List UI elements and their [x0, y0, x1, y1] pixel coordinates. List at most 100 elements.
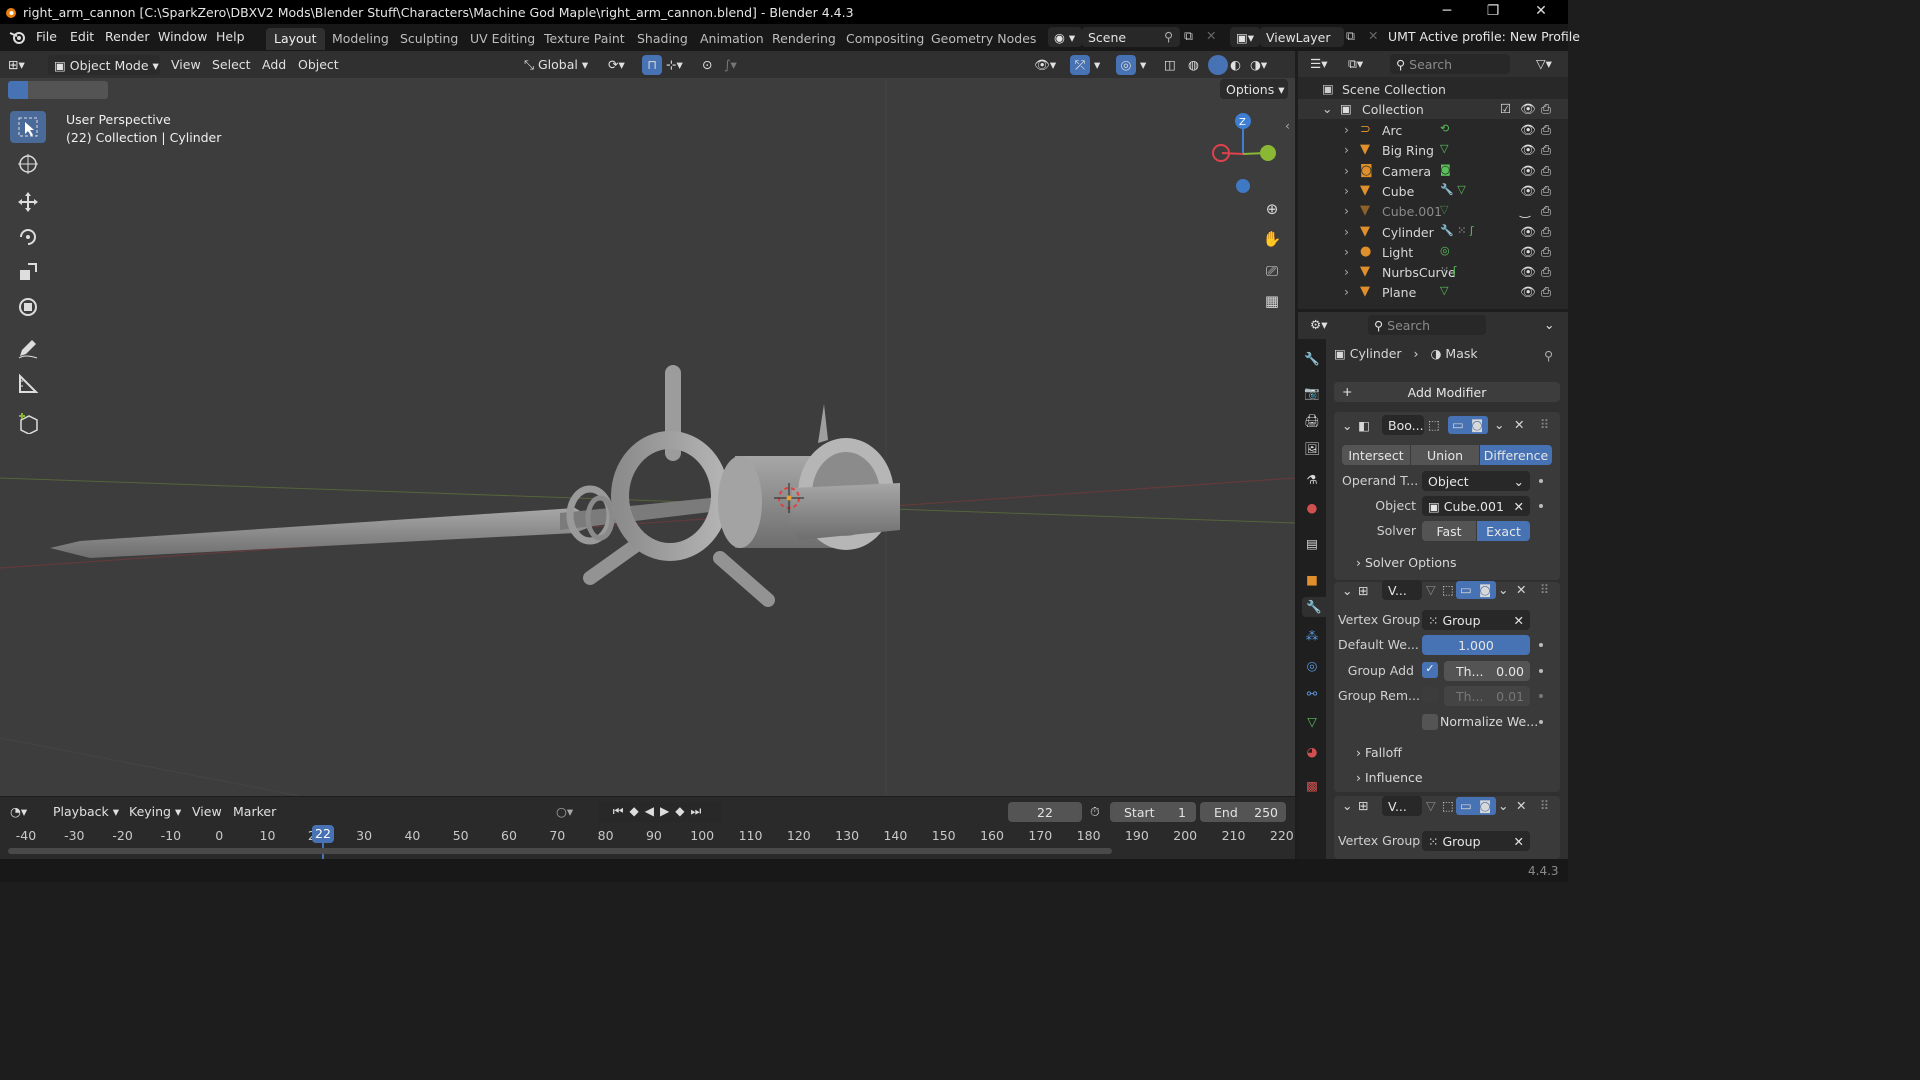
editor-type-button[interactable]: ⊞▾ — [8, 55, 42, 75]
chevron-right-icon[interactable]: › — [1344, 224, 1349, 239]
modifier-tab-icon[interactable]: 🔧 — [1302, 597, 1326, 617]
playhead[interactable]: 22 — [312, 825, 334, 843]
playback-controls[interactable]: ⏮◆◀▶◆⏭ — [598, 802, 722, 822]
select-box-tool[interactable] — [10, 111, 46, 143]
delete-modifier-icon[interactable]: ✕ — [1516, 798, 1526, 813]
mode-selector[interactable]: ▣ Object Mode ▾ — [48, 55, 160, 75]
object-data-icons[interactable]: ▽ — [1440, 142, 1448, 155]
object-data-icons[interactable]: ⁙ ʃ — [1440, 264, 1456, 277]
tab-rendering[interactable]: Rendering — [764, 28, 844, 50]
render-camera-icon[interactable]: ⎙ — [1541, 163, 1551, 179]
eye-icon[interactable]: 👁 — [1520, 101, 1536, 117]
render-camera-icon[interactable]: ⎙ — [1541, 264, 1551, 280]
on-cage-icon[interactable]: ▽ — [1426, 582, 1436, 597]
influence-subpanel[interactable]: › Influence — [1356, 770, 1423, 785]
timeline-editor-icon[interactable]: ◔▾ — [10, 802, 27, 822]
viewlayer-selector[interactable]: ▣▾ — [1230, 27, 1260, 47]
scene-selector[interactable]: ◉ ▾ — [1048, 27, 1082, 47]
vw2-name-field[interactable]: V... — [1382, 796, 1422, 816]
proportional-edit-icon[interactable]: ⊙ — [702, 55, 712, 75]
select-new-icon[interactable] — [8, 81, 28, 99]
minimize-button[interactable]: ─ — [1432, 3, 1462, 19]
viewport-render-toggles[interactable]: ▭ ◙ — [1448, 416, 1488, 434]
menu-keying[interactable]: Keying ▾ — [129, 802, 181, 822]
3d-viewport[interactable]: Z User Perspective (22) Collection | Cyl… — [0, 78, 1295, 796]
select-extend-icon[interactable] — [28, 81, 48, 99]
particles-tab-icon[interactable]: ⁂ — [1302, 625, 1322, 645]
properties-editor-icon[interactable]: ⚙▾ — [1310, 315, 1327, 335]
pivot-point-icon[interactable]: ⟳▾ — [608, 55, 625, 75]
scene-tab-icon[interactable]: ⚗ — [1302, 469, 1322, 489]
keyframe-dot[interactable] — [1539, 694, 1543, 698]
normalize-checkbox[interactable] — [1422, 714, 1438, 730]
eye-icon[interactable]: 👁 — [1520, 122, 1536, 138]
sidebar-toggle-icon[interactable]: ‹ — [1285, 118, 1290, 133]
tab-compositing[interactable]: Compositing — [838, 28, 932, 50]
overlays-toggle-icon[interactable]: ◎ — [1116, 55, 1136, 75]
object-tab-icon[interactable]: ■ — [1302, 569, 1322, 589]
add-cube-tool[interactable] — [10, 407, 46, 439]
menu-edit[interactable]: Edit — [70, 29, 94, 44]
transform-orientation-dropdown[interactable]: ⤡ Global ▾ — [524, 55, 600, 75]
snap-target-icon[interactable]: ⊹▾ — [666, 55, 683, 75]
group-remove-checkbox[interactable] — [1422, 687, 1438, 703]
annotate-tool[interactable] — [10, 332, 46, 364]
jump-end-icon[interactable]: ⏭ — [690, 804, 707, 818]
object-data-icons[interactable]: ▽ — [1440, 203, 1448, 216]
outliner-item[interactable]: › ▼ Cylinder 🔧 ⁙ ʃ 👁 ⎙ — [1298, 222, 1568, 242]
outliner-editor-icon[interactable]: ☰▾ — [1310, 54, 1327, 74]
keyframe-dot[interactable] — [1539, 669, 1543, 673]
chevron-right-icon[interactable]: › — [1344, 284, 1349, 299]
transform-tool[interactable] — [10, 291, 46, 323]
modifier-dropdown-icon[interactable]: ⌄ — [1498, 582, 1508, 597]
select-intersect-icon[interactable] — [88, 81, 108, 99]
keyframe-dot[interactable] — [1539, 479, 1543, 483]
object-data-icons[interactable]: ⟲ — [1440, 122, 1449, 135]
outliner-item[interactable]: › ⊃ Arc ⟲ 👁 ⎙ — [1298, 120, 1568, 140]
material-tab-icon[interactable]: ◕ — [1302, 741, 1322, 761]
render-tab-icon[interactable]: 📷 — [1302, 383, 1322, 403]
constraints-tab-icon[interactable]: ⚯ — [1302, 683, 1322, 703]
stopwatch-icon[interactable]: ⏱ — [1090, 802, 1100, 822]
add-modifier-button[interactable]: + Add Modifier — [1334, 382, 1560, 402]
group-remove-threshold-field[interactable]: Th... 0.01 — [1444, 686, 1530, 706]
gizmo-dropdown-icon[interactable]: ▾ — [1094, 55, 1100, 75]
viewlayer-name-field[interactable]: ViewLayer — [1260, 27, 1344, 47]
play-icon[interactable]: ▶ — [660, 804, 675, 818]
wireframe-shading-icon[interactable]: ◍ — [1188, 55, 1199, 75]
outliner-search-input[interactable]: ⚲ Search — [1390, 54, 1510, 74]
prev-key-icon[interactable]: ◆ — [630, 804, 645, 818]
falloff-icon[interactable]: ∫▾ — [724, 55, 737, 75]
outliner-item[interactable]: › ◙ Camera ◙ 👁 ⎙ — [1298, 161, 1568, 181]
outliner-item[interactable]: › ▼ Plane ▽ 👁 ⎙ — [1298, 282, 1568, 302]
modifier-dropdown-icon[interactable]: ⌄ — [1494, 417, 1504, 432]
keyframe-dot[interactable] — [1539, 643, 1543, 647]
eye-icon[interactable]: 👁 — [1520, 244, 1536, 260]
menu-timeline-view[interactable]: View — [192, 802, 222, 822]
collection-tab-icon[interactable]: ▤ — [1302, 533, 1322, 553]
display-mode-icon[interactable]: ⧉▾ — [1348, 54, 1363, 74]
blender-menu-icon[interactable] — [9, 29, 27, 45]
data-tab-icon[interactable]: ▽ — [1302, 711, 1322, 731]
menu-render[interactable]: Render — [105, 29, 150, 44]
operand-type-dropdown[interactable]: Object ⌄ — [1422, 471, 1530, 491]
pin-icon[interactable]: ⚲ — [1164, 29, 1173, 44]
eye-icon[interactable]: 👁 — [1520, 163, 1536, 179]
render-camera-icon[interactable]: ⎙ — [1541, 224, 1551, 240]
filter-icon[interactable]: ▽▾ — [1536, 54, 1552, 74]
scale-tool[interactable] — [10, 256, 46, 288]
solver-fast-button[interactable]: Fast — [1422, 521, 1476, 541]
object-data-icons[interactable]: ▽ — [1440, 284, 1448, 297]
overlays-dropdown-icon[interactable]: ▾ — [1140, 55, 1146, 75]
next-key-icon[interactable]: ◆ — [675, 804, 690, 818]
menu-view[interactable]: View — [171, 55, 201, 75]
camera-view-button[interactable]: ⎚ — [1258, 257, 1286, 285]
eye-closed-icon[interactable]: ‿ — [1520, 203, 1530, 218]
object-data-icons[interactable]: 🔧 ▽ — [1440, 183, 1466, 196]
default-weight-slider[interactable]: 1.000 — [1422, 635, 1530, 655]
delete-scene-icon[interactable]: ✕ — [1206, 28, 1216, 43]
render-camera-icon[interactable]: ⎙ — [1541, 101, 1551, 117]
texture-tab-icon[interactable]: ▩ — [1302, 775, 1322, 795]
boolean-union-button[interactable]: Union — [1411, 445, 1479, 465]
eye-icon[interactable]: 👁 — [1520, 264, 1536, 280]
